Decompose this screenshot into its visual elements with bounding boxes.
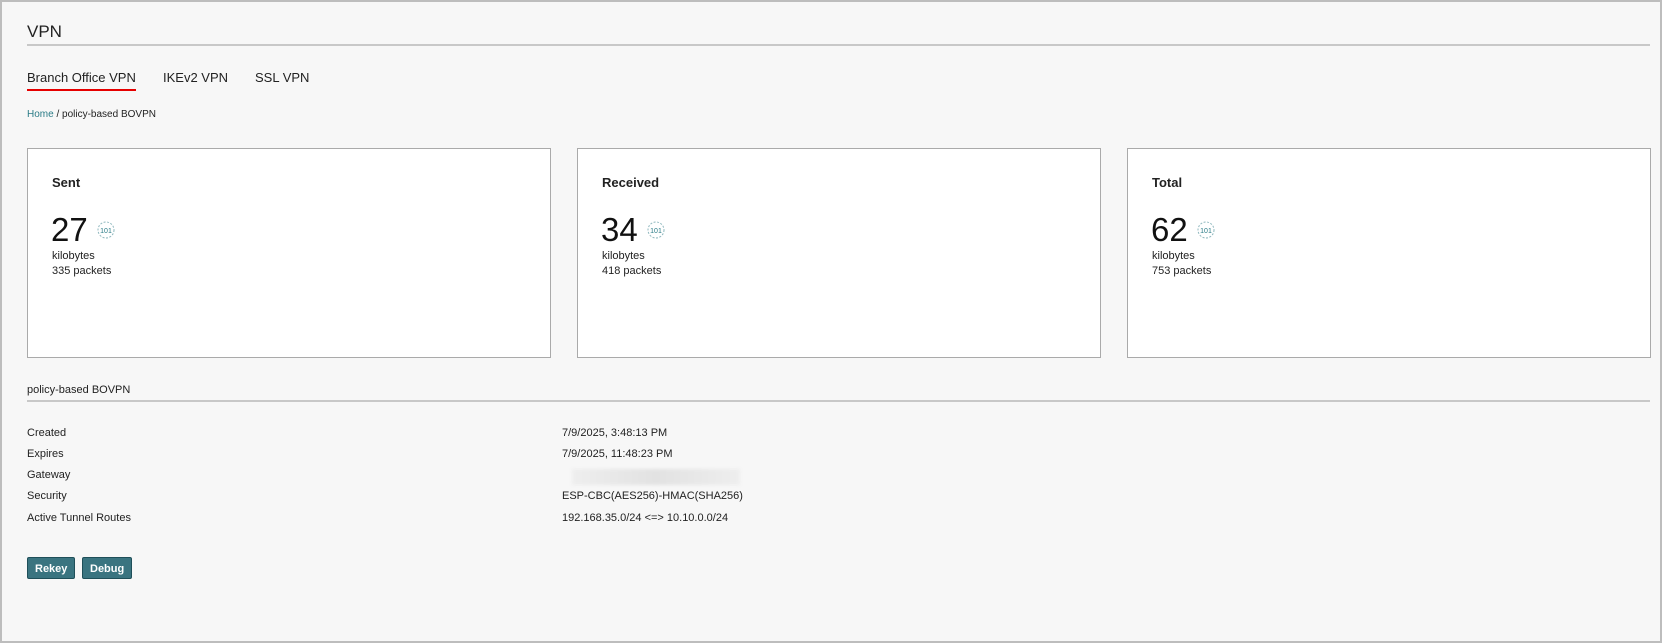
expires-label: Expires [27, 448, 64, 460]
rekey-button[interactable]: Rekey [27, 557, 76, 579]
debug-button[interactable]: Debug [82, 557, 133, 579]
created-value: 7/9/2025, 3:48:13 PM [562, 427, 668, 439]
binary-data-icon: 101 [1197, 221, 1215, 239]
card-unit: kilobytes [602, 250, 645, 262]
breadcrumb-separator: / [53, 109, 63, 120]
tab-branch-office-vpn[interactable]: Branch Office VPN [27, 70, 136, 91]
card-label: Total [1152, 175, 1183, 190]
tab-ssl-vpn[interactable]: SSL VPN [255, 70, 309, 85]
card-value: 34 [601, 211, 638, 248]
expires-value: 7/9/2025, 11:48:23 PM [562, 448, 673, 460]
tab-ikev2-vpn[interactable]: IKEv2 VPN [163, 70, 228, 85]
page-title: VPN [27, 22, 62, 41]
security-value: ESP-CBC(AES256)-HMAC(SHA256) [562, 490, 743, 502]
breadcrumb-home-link[interactable]: Home [27, 109, 54, 120]
card-unit: kilobytes [1152, 250, 1195, 262]
svg-text:101: 101 [1200, 228, 1212, 235]
sent-card: Sent 27 101 kilobytes 335 packets [27, 148, 551, 358]
breadcrumb-current: policy-based BOVPN [62, 109, 156, 120]
svg-text:101: 101 [650, 228, 662, 235]
section-divider [27, 400, 1650, 402]
received-card: Received 34 101 kilobytes 418 packets [577, 148, 1101, 358]
security-label: Security [27, 490, 67, 502]
binary-data-icon: 101 [647, 221, 665, 239]
svg-text:101: 101 [100, 228, 112, 235]
card-label: Received [602, 175, 660, 190]
card-value: 62 [1151, 211, 1188, 248]
gateway-label: Gateway [27, 469, 71, 481]
binary-data-icon: 101 [97, 221, 115, 239]
gateway-value-redacted [572, 469, 740, 485]
card-value: 27 [51, 211, 88, 248]
created-label: Created [27, 427, 67, 439]
routes-label: Active Tunnel Routes [27, 512, 131, 524]
card-unit: kilobytes [52, 250, 95, 262]
title-divider [27, 44, 1650, 46]
section-heading: policy-based BOVPN [27, 384, 131, 396]
card-packets: 335 packets [52, 265, 112, 277]
card-packets: 418 packets [602, 265, 662, 277]
routes-value: 192.168.35.0/24 <=> 10.10.0.0/24 [562, 512, 729, 524]
card-label: Sent [52, 175, 81, 190]
breadcrumb: Home / policy-based BOVPN [27, 109, 156, 120]
card-packets: 753 packets [1152, 265, 1212, 277]
total-card: Total 62 101 kilobytes 753 packets [1127, 148, 1651, 358]
